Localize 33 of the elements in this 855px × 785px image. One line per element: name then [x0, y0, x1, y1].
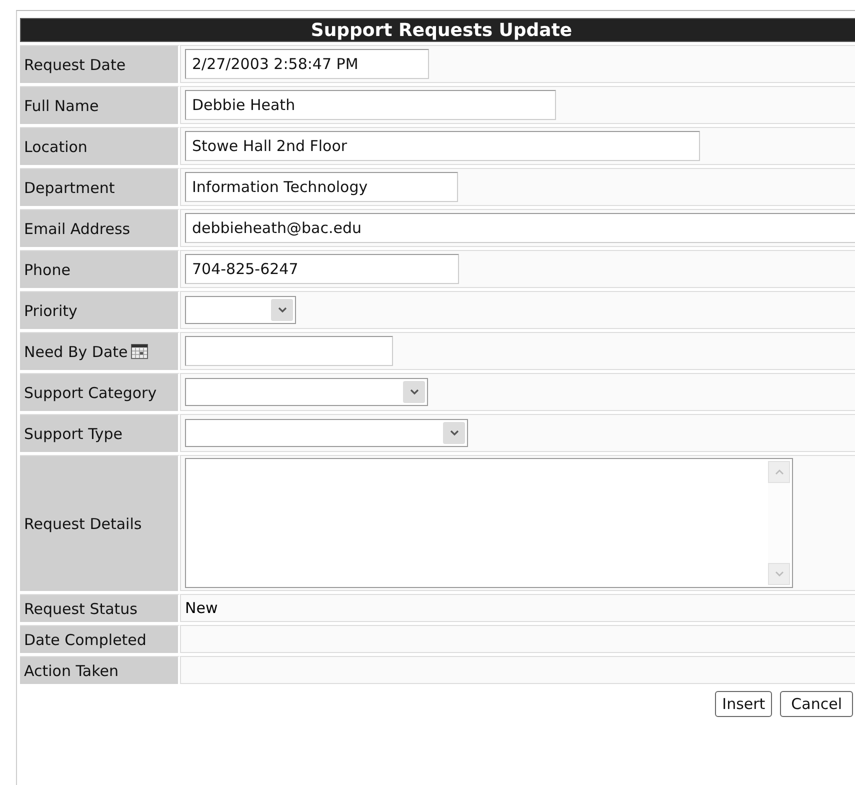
- text-field[interactable]: [185, 336, 393, 366]
- chevron-down-icon: [278, 307, 286, 313]
- field-label: Support Type: [24, 424, 123, 442]
- dropdown-field[interactable]: [185, 378, 428, 406]
- field-label: Date Completed: [24, 630, 146, 648]
- chevron-down-icon: [450, 430, 458, 436]
- field-label: Full Name: [24, 96, 99, 114]
- calendar-icon[interactable]: [130, 344, 148, 358]
- field-label: Location: [24, 138, 88, 156]
- insert-button[interactable]: Insert: [715, 691, 772, 717]
- text-field[interactable]: Debbie Heath: [185, 90, 556, 120]
- dropdown-field[interactable]: [185, 296, 296, 324]
- text-field[interactable]: Information Technology: [185, 172, 458, 202]
- field-label: Need By Date: [24, 342, 128, 360]
- field-label: Phone: [24, 260, 70, 278]
- field-label: Action Taken: [24, 662, 119, 680]
- text-field[interactable]: 2/27/2003 2:58:47 PM: [185, 49, 429, 79]
- field-label: Request Details: [24, 514, 142, 532]
- chevron-down-icon: [410, 389, 418, 395]
- form-title: Support Requests Update: [20, 18, 855, 42]
- cancel-button[interactable]: Cancel: [780, 691, 853, 717]
- field-label: Email Address: [24, 220, 130, 238]
- field-label: Request Status: [24, 600, 138, 618]
- field-value: New: [185, 599, 218, 617]
- scroll-bar[interactable]: [768, 461, 790, 585]
- field-label: Support Category: [24, 384, 157, 402]
- field-label: Department: [24, 178, 115, 196]
- dropdown-field[interactable]: [185, 419, 468, 447]
- field-label: Priority: [24, 302, 78, 320]
- field-label: Request Date: [24, 56, 126, 74]
- text-field[interactable]: Stowe Hall 2nd Floor: [185, 131, 700, 161]
- text-field[interactable]: debbieheath@bac.edu: [185, 213, 855, 243]
- text-field[interactable]: 704-825-6247: [185, 254, 459, 284]
